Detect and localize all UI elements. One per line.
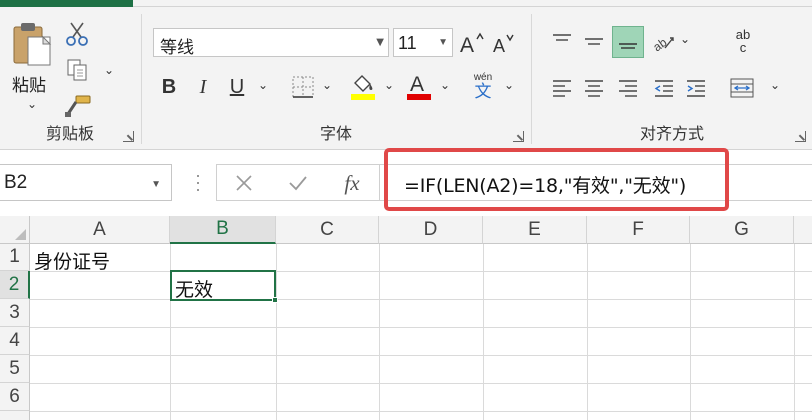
copy-chevron-down-icon[interactable]: ⌄ bbox=[104, 63, 114, 77]
orientation-chevron-down-icon[interactable]: ⌄ bbox=[680, 32, 690, 46]
underline-chevron-down-icon[interactable]: ⌄ bbox=[258, 78, 268, 92]
font-name-combobox[interactable]: 等线 ▼ bbox=[153, 28, 389, 58]
top-align-icon[interactable] bbox=[548, 28, 576, 56]
formula-buttons: fx bbox=[216, 164, 380, 201]
row-header-4[interactable]: 4 bbox=[0, 327, 30, 355]
file-tab-strip[interactable] bbox=[0, 0, 133, 7]
align-left-icon[interactable] bbox=[548, 74, 576, 102]
column-header-h[interactable] bbox=[794, 216, 812, 244]
paste-label[interactable]: 粘贴 bbox=[12, 71, 46, 96]
wrap-text-bottom: c bbox=[739, 40, 747, 55]
merge-chevron-down-icon[interactable]: ⌄ bbox=[770, 78, 780, 92]
align-center-icon[interactable] bbox=[580, 74, 608, 102]
merge-center-icon[interactable] bbox=[728, 74, 756, 102]
gridline bbox=[30, 383, 812, 384]
gridline bbox=[30, 411, 812, 412]
borders-chevron-down-icon[interactable]: ⌄ bbox=[322, 78, 332, 92]
underline-button[interactable]: U bbox=[223, 72, 251, 102]
cancel-icon[interactable] bbox=[231, 171, 257, 195]
cut-icon[interactable] bbox=[64, 21, 90, 47]
decrease-indent-icon[interactable] bbox=[650, 74, 678, 102]
font-size-value: 11 bbox=[398, 33, 417, 53]
formula-highlight-box bbox=[384, 148, 729, 211]
phonetic-guide-icon[interactable]: wén 文 bbox=[468, 70, 498, 104]
column-header-f[interactable]: F bbox=[587, 216, 690, 244]
fill-handle[interactable] bbox=[272, 297, 278, 303]
borders-icon[interactable] bbox=[288, 72, 318, 102]
bold-button[interactable]: B bbox=[155, 72, 183, 102]
clipboard-group-label: 剪贴板 bbox=[45, 124, 94, 143]
clipboard-group: 粘贴 ⌄ ⌄ 剪贴板 bbox=[0, 7, 140, 150]
insert-function-icon[interactable]: fx bbox=[337, 169, 367, 197]
chevron-down-icon[interactable]: ▼ bbox=[376, 37, 384, 48]
phonetic-guide-char: 文 bbox=[474, 82, 492, 102]
gridline bbox=[30, 327, 812, 328]
row-header-6[interactable]: 6 bbox=[0, 383, 30, 411]
italic-button[interactable]: I bbox=[189, 72, 217, 102]
orientation-icon[interactable]: ab bbox=[650, 28, 676, 56]
name-box[interactable]: B2 ▼ bbox=[0, 164, 172, 201]
chevron-down-icon[interactable]: ▼ bbox=[438, 37, 448, 48]
alignment-group-label: 对齐方式 bbox=[639, 124, 704, 143]
column-header-b[interactable]: B bbox=[170, 216, 276, 244]
paste-icon[interactable] bbox=[10, 19, 56, 69]
chevron-down-icon[interactable]: ▼ bbox=[151, 179, 161, 190]
svg-text:A: A bbox=[410, 73, 424, 96]
svg-text:A: A bbox=[493, 36, 505, 55]
font-color-chevron-down-icon[interactable]: ⌄ bbox=[440, 78, 450, 92]
enter-check-icon[interactable] bbox=[285, 171, 311, 195]
bottom-align-icon[interactable] bbox=[612, 26, 644, 58]
paste-chevron-down-icon[interactable]: ⌄ bbox=[27, 97, 37, 111]
row-header-1[interactable]: 1 bbox=[0, 244, 30, 271]
increase-indent-icon[interactable] bbox=[682, 74, 710, 102]
clipboard-dialog-launcher-icon[interactable] bbox=[123, 131, 134, 142]
decrease-font-size-icon[interactable]: A bbox=[490, 30, 516, 56]
font-dialog-launcher-icon[interactable] bbox=[513, 131, 524, 142]
format-painter-icon[interactable] bbox=[64, 93, 92, 119]
fill-color-icon[interactable] bbox=[348, 70, 378, 102]
svg-text:ab: ab bbox=[651, 35, 670, 54]
alignment-dialog-launcher-icon[interactable] bbox=[795, 131, 806, 142]
gridline bbox=[30, 271, 812, 272]
font-color-icon[interactable]: A bbox=[404, 70, 434, 102]
formula-bar-resize-handle[interactable] bbox=[196, 175, 200, 191]
font-size-combobox[interactable]: 11 ▼ bbox=[393, 28, 453, 57]
row-header-3[interactable]: 3 bbox=[0, 299, 30, 327]
gridline bbox=[30, 355, 812, 356]
ribbon: 粘贴 ⌄ ⌄ 剪贴板 字体 等线 ▼ 11 ▼ A A B I U ⌄ ⌄ ⌄ … bbox=[0, 0, 812, 150]
wrap-text-icon[interactable]: ab c bbox=[728, 24, 758, 58]
svg-text:A: A bbox=[460, 34, 474, 55]
cell-b2[interactable]: 无效 bbox=[175, 275, 213, 302]
column-header-e[interactable]: E bbox=[483, 216, 587, 244]
row-header-7[interactable] bbox=[0, 411, 30, 420]
column-header-d[interactable]: D bbox=[379, 216, 483, 244]
font-group-label: 字体 bbox=[319, 124, 352, 143]
middle-align-icon[interactable] bbox=[580, 28, 608, 56]
column-header-a[interactable]: A bbox=[30, 216, 170, 244]
font-name-value: 等线 bbox=[160, 38, 194, 58]
cell-a1[interactable]: 身份证号 bbox=[34, 247, 110, 274]
copy-icon[interactable] bbox=[64, 57, 90, 83]
column-header-c[interactable]: C bbox=[276, 216, 379, 244]
gridline bbox=[30, 299, 812, 300]
fill-color-chevron-down-icon[interactable]: ⌄ bbox=[384, 78, 394, 92]
row-header-5[interactable]: 5 bbox=[0, 355, 30, 383]
align-right-icon[interactable] bbox=[614, 74, 642, 102]
name-box-value: B2 bbox=[4, 172, 28, 193]
column-header-g[interactable]: G bbox=[690, 216, 794, 244]
increase-font-size-icon[interactable]: A bbox=[458, 30, 484, 56]
phonetic-chevron-down-icon[interactable]: ⌄ bbox=[504, 78, 514, 92]
row-header-2[interactable]: 2 bbox=[0, 271, 30, 299]
select-all-corner[interactable] bbox=[0, 216, 30, 244]
